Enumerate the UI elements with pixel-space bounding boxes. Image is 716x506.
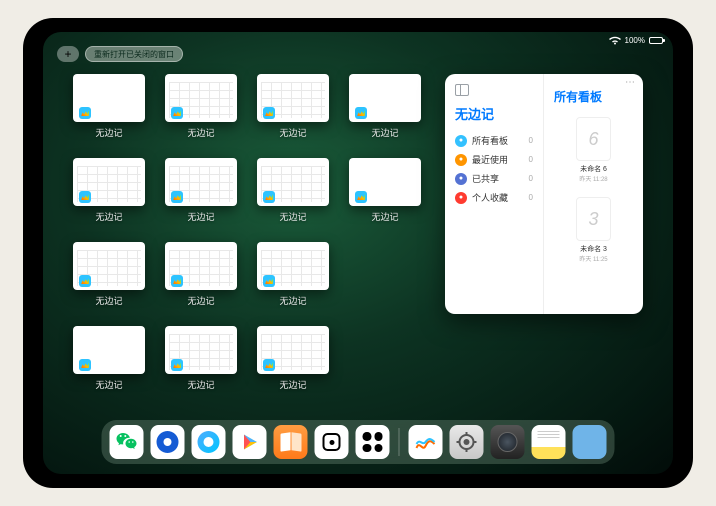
sidebar-item-count: 0 [529, 193, 533, 202]
window-label: 无边记 [187, 126, 214, 139]
window-thumbnail[interactable]: 无边记 [257, 74, 329, 144]
app-folder-icon[interactable] [573, 425, 607, 459]
window-label: 无边记 [279, 378, 306, 391]
freeform-app-icon [171, 359, 183, 371]
freeform-app-icon [263, 275, 275, 287]
window-label: 无边记 [187, 294, 214, 307]
freeform-app-icon [355, 107, 367, 119]
freeform-app-icon [79, 191, 91, 203]
board-date: 昨天 11:25 [558, 254, 629, 263]
window-thumbnail[interactable]: 无边记 [349, 74, 421, 144]
board-title: 未命名 6 [558, 164, 629, 174]
battery-text: 100% [625, 36, 645, 45]
window-thumbnail[interactable]: 无边记 [257, 158, 329, 228]
sidebar-item-label: 已共享 [472, 172, 499, 185]
board-date: 昨天 11:28 [558, 174, 629, 183]
window-label: 无边记 [95, 126, 122, 139]
window-thumbnail[interactable]: 无边记 [165, 74, 237, 144]
sidebar-item-label: 个人收藏 [472, 191, 508, 204]
sidebar-item[interactable]: ● 个人收藏 0 [455, 188, 533, 207]
browser-app-icon[interactable] [192, 425, 226, 459]
top-left-controls: + 重新打开已关闭的窗口 [57, 46, 183, 62]
dock [102, 420, 615, 464]
panel-app-title: 无边记 [455, 104, 533, 123]
sidebar-item-label: 所有看板 [472, 134, 508, 147]
notes-app-icon[interactable] [532, 425, 566, 459]
app-icon-2[interactable] [151, 425, 185, 459]
freeform-app-icon [171, 107, 183, 119]
sidebar-item-count: 0 [529, 155, 533, 164]
sidebar-item[interactable]: ● 所有看板 0 [455, 131, 533, 150]
stage-manager-workspace: 无边记 无边记 无边记 无边记 无边记 无边记 无边记 无边记 [73, 74, 643, 414]
sidebar-item[interactable]: ● 已共享 0 [455, 169, 533, 188]
window-thumbnail[interactable]: 无边记 [257, 242, 329, 312]
wechat-app-icon[interactable] [110, 425, 144, 459]
window-label: 无边记 [95, 378, 122, 391]
window-label: 无边记 [187, 378, 214, 391]
app-icon-6[interactable] [315, 425, 349, 459]
panel-section-title: 所有看板 [554, 88, 633, 105]
window-thumbnail[interactable]: 无边记 [257, 326, 329, 396]
battery-icon [649, 37, 663, 44]
sidebar-item-count: 0 [529, 174, 533, 183]
window-label: 无边记 [95, 210, 122, 223]
freeform-app-icon [171, 275, 183, 287]
board-card[interactable]: 3 未命名 3 昨天 11:25 [554, 193, 633, 267]
freeform-app-icon [79, 107, 91, 119]
screen: 100% + 重新打开已关闭的窗口 无边记 无边记 无边记 无边记 无边记 [43, 32, 673, 474]
sidebar-item-count: 0 [529, 136, 533, 145]
window-thumbnail[interactable]: 无边记 [73, 158, 145, 228]
window-thumbnail[interactable]: 无边记 [165, 242, 237, 312]
freeform-app-icon[interactable] [409, 425, 443, 459]
panel-content: 所有看板 6 未命名 6 昨天 11:28 3 未命名 3 昨天 11:25 [544, 74, 643, 314]
board-title: 未命名 3 [558, 244, 629, 254]
panel-menu-icon[interactable]: ⋯ [625, 77, 635, 88]
app-icon-7[interactable] [356, 425, 390, 459]
freeform-app-icon [263, 359, 275, 371]
window-thumbnail-grid: 无边记 无边记 无边记 无边记 无边记 无边记 无边记 无边记 [73, 74, 421, 414]
category-icon: ● [455, 135, 467, 147]
sidebar-item[interactable]: ● 最近使用 0 [455, 150, 533, 169]
status-bar: 100% [609, 36, 663, 45]
window-label: 无边记 [187, 210, 214, 223]
category-icon: ● [455, 192, 467, 204]
board-card[interactable]: 6 未命名 6 昨天 11:28 [554, 113, 633, 187]
freeform-app-icon [263, 191, 275, 203]
category-icon: ● [455, 173, 467, 185]
freeform-app-icon [79, 359, 91, 371]
window-label: 无边记 [371, 210, 398, 223]
window-thumbnail[interactable]: 无边记 [73, 242, 145, 312]
dock-separator [399, 428, 400, 456]
window-label: 无边记 [95, 294, 122, 307]
freeform-app-icon [171, 191, 183, 203]
window-thumbnail[interactable]: 无边记 [165, 158, 237, 228]
ipad-frame: 100% + 重新打开已关闭的窗口 无边记 无边记 无边记 无边记 无边记 [23, 18, 693, 488]
video-app-icon[interactable] [233, 425, 267, 459]
sidebar-item-label: 最近使用 [472, 153, 508, 166]
board-preview: 6 [576, 117, 612, 161]
panel-sidebar: 无边记 ● 所有看板 0 ● 最近使用 0 ● 已共享 0 ● 个人收藏 0 [445, 74, 544, 314]
freeform-app-icon [263, 107, 275, 119]
books-app-icon[interactable] [274, 425, 308, 459]
window-thumbnail[interactable]: 无边记 [349, 158, 421, 228]
freeform-app-icon [355, 191, 367, 203]
window-label: 无边记 [279, 210, 306, 223]
window-thumbnail[interactable]: 无边记 [165, 326, 237, 396]
wifi-icon [609, 36, 621, 45]
freeform-app-icon [79, 275, 91, 287]
new-window-button[interactable]: + [57, 46, 79, 62]
window-label: 无边记 [279, 126, 306, 139]
camera-app-icon[interactable] [491, 425, 525, 459]
freeform-panel[interactable]: ⋯ 无边记 ● 所有看板 0 ● 最近使用 0 ● 已共享 0 ● 个人收藏 0 [445, 74, 643, 314]
reopen-closed-window-button[interactable]: 重新打开已关闭的窗口 [85, 46, 183, 62]
board-preview: 3 [576, 197, 612, 241]
window-thumbnail[interactable]: 无边记 [73, 326, 145, 396]
window-label: 无边记 [371, 126, 398, 139]
settings-app-icon[interactable] [450, 425, 484, 459]
window-thumbnail[interactable]: 无边记 [73, 74, 145, 144]
category-icon: ● [455, 154, 467, 166]
window-label: 无边记 [279, 294, 306, 307]
sidebar-toggle-icon[interactable] [455, 84, 469, 96]
